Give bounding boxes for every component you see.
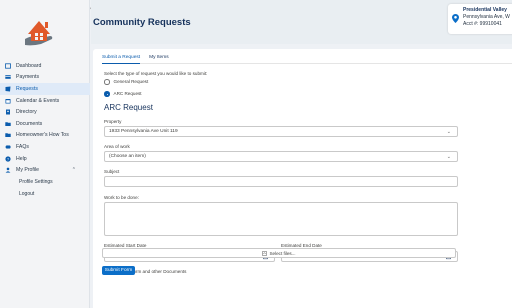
area-of-work-select[interactable]: (Choose an item) ⌄ bbox=[104, 151, 458, 162]
upload-icon bbox=[262, 250, 268, 256]
property-label: Property bbox=[104, 119, 122, 124]
sidebar-subitem-profile-settings[interactable]: Profile Settings bbox=[0, 176, 90, 188]
sidebar-item-label: Payments bbox=[16, 74, 40, 81]
property-value: 1933 Pennsylvania Ave Unit 119 bbox=[109, 129, 178, 134]
sidebar-item-label: My Profile bbox=[16, 167, 40, 174]
select-files-button[interactable]: Select files... bbox=[102, 248, 456, 258]
main-content: Community Requests Presidential Valley P… bbox=[91, 0, 512, 308]
radio-button[interactable] bbox=[104, 91, 110, 97]
person-icon bbox=[5, 167, 11, 173]
chevron-up-icon[interactable]: ⌃ bbox=[72, 167, 76, 173]
subject-label: Subject bbox=[104, 169, 120, 174]
sidebar-item-calendar[interactable]: Calendar & Events bbox=[0, 95, 90, 107]
sidebar-item-how-tos[interactable]: Homeowner's How Tos bbox=[0, 130, 90, 142]
folder-icon bbox=[5, 121, 11, 127]
request-form-card: Submit a Request My Items Select the typ… bbox=[93, 49, 512, 308]
help-icon: ? bbox=[5, 155, 11, 162]
faq-icon bbox=[5, 144, 11, 150]
calendar-icon bbox=[5, 98, 11, 104]
work-textarea[interactable] bbox=[104, 202, 458, 236]
radio-general-request[interactable]: General Request bbox=[104, 79, 148, 85]
sidebar-item-label: Dashboard bbox=[16, 62, 42, 69]
chevron-down-icon: ⌄ bbox=[446, 128, 451, 135]
account-name: Presidential Valley bbox=[463, 7, 507, 13]
location-pin-icon bbox=[452, 14, 459, 23]
sidebar: Dashboard Payments Requests Calendar & E… bbox=[0, 0, 90, 308]
chevron-down-icon: ⌄ bbox=[446, 153, 451, 160]
select-files-label: Select files... bbox=[269, 250, 296, 256]
radio-button[interactable] bbox=[104, 79, 110, 85]
sidebar-subitem-label: Profile Settings bbox=[19, 178, 53, 185]
sidebar-item-my-profile[interactable]: My Profile ⌃ bbox=[0, 164, 90, 176]
sidebar-item-documents[interactable]: Documents bbox=[0, 118, 90, 130]
radio-label: General Request bbox=[113, 79, 149, 85]
sidebar-item-label: FAQs bbox=[16, 143, 29, 150]
house-in-hand-icon[interactable] bbox=[19, 12, 59, 52]
account-card[interactable]: Presidential Valley Pennsylvania Ave, W … bbox=[448, 4, 512, 34]
subject-input[interactable] bbox=[104, 176, 458, 187]
radio-arc-request[interactable]: ARC Request bbox=[104, 91, 142, 97]
sidebar-item-label: Calendar & Events bbox=[16, 97, 60, 104]
section-title: ARC Request bbox=[104, 103, 153, 112]
payments-icon bbox=[5, 74, 11, 80]
account-address: Pennsylvania Ave, W bbox=[463, 14, 510, 20]
sidebar-item-faqs[interactable]: FAQs bbox=[0, 141, 90, 153]
folder-icon bbox=[5, 132, 11, 138]
sidebar-item-label: Documents bbox=[16, 120, 43, 127]
directory-icon bbox=[5, 109, 11, 115]
sidebar-item-help[interactable]: ? Help bbox=[0, 153, 90, 165]
sidebar-item-directory[interactable]: Directory bbox=[0, 106, 90, 118]
area-value: (Choose an item) bbox=[109, 154, 146, 159]
page-title: Community Requests bbox=[93, 17, 191, 28]
account-number: Acct #: 99910041 bbox=[463, 21, 502, 27]
sidebar-item-label: Directory bbox=[16, 109, 37, 116]
property-select[interactable]: 1933 Pennsylvania Ave Unit 119 ⌄ bbox=[104, 126, 458, 137]
dashboard-icon bbox=[5, 63, 11, 69]
sidebar-subitem-label: Logout bbox=[19, 190, 35, 197]
work-label: Work to be done: bbox=[104, 195, 139, 200]
sidebar-item-requests[interactable]: Requests bbox=[0, 83, 90, 95]
sidebar-nav: Dashboard Payments Requests Calendar & E… bbox=[0, 60, 90, 200]
sidebar-item-label: Requests bbox=[16, 85, 38, 92]
tab-submit-request[interactable]: Submit a Request bbox=[102, 55, 141, 64]
sidebar-subitem-logout[interactable]: Logout bbox=[0, 188, 90, 200]
radio-label: ARC Request bbox=[113, 91, 142, 97]
sidebar-item-dashboard[interactable]: Dashboard bbox=[0, 60, 90, 72]
area-label: Area of work bbox=[104, 144, 130, 149]
tab-bar: Submit a Request My Items bbox=[102, 55, 169, 64]
tab-my-items[interactable]: My Items bbox=[149, 55, 168, 64]
sidebar-item-label: Homeowner's How Tos bbox=[16, 132, 69, 139]
submit-form-button[interactable]: Submit Form bbox=[102, 266, 135, 275]
sidebar-item-label: Help bbox=[16, 155, 27, 162]
requests-icon bbox=[5, 86, 11, 92]
page-header: Community Requests Presidential Valley P… bbox=[91, 0, 512, 44]
request-type-prompt: Select the type of request you would lik… bbox=[104, 71, 208, 76]
sidebar-item-payments[interactable]: Payments bbox=[0, 72, 90, 84]
